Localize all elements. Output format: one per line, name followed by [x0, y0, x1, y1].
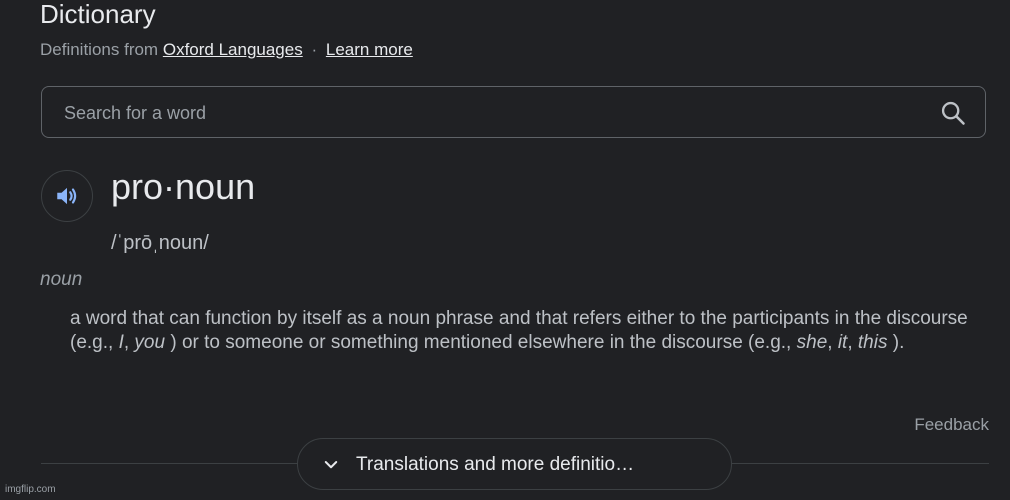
- learn-more-link[interactable]: Learn more: [326, 40, 413, 59]
- example-word: it: [837, 331, 848, 353]
- definition-segment: ).: [887, 331, 905, 353]
- phonetic-spelling: /ˈprōˌnoun/: [111, 232, 209, 254]
- feedback-link[interactable]: Feedback: [914, 414, 989, 436]
- search-box: [41, 86, 986, 139]
- separator: ·: [311, 40, 318, 59]
- oxford-languages-link[interactable]: Oxford Languages: [163, 40, 303, 59]
- search-icon[interactable]: [939, 99, 967, 127]
- example-word: you: [134, 331, 166, 353]
- example-word: she: [796, 331, 828, 353]
- headword: pro·noun: [111, 166, 256, 207]
- dictionary-card: Dictionary Definitions from Oxford Langu…: [0, 0, 1010, 500]
- pronunciation-audio-button[interactable]: [41, 170, 93, 222]
- definition-segment: ,: [827, 331, 838, 353]
- part-of-speech: noun: [40, 269, 83, 290]
- definition-segment: ,: [847, 331, 858, 353]
- definition-segment: ) or to someone or something mentioned e…: [165, 331, 797, 353]
- translations-more-button[interactable]: Translations and more definitio…: [297, 438, 732, 490]
- chevron-down-icon: [324, 461, 338, 469]
- page-title: Dictionary: [40, 0, 156, 29]
- subtitle-prefix: Definitions from: [40, 40, 159, 59]
- watermark: imgflip.com: [5, 484, 56, 495]
- example-word: this: [857, 331, 888, 353]
- definition-text: a word that can function by itself as a …: [70, 307, 990, 354]
- definition-segment: ,: [123, 331, 135, 353]
- source-line: Definitions from Oxford Languages · Lear…: [40, 39, 413, 61]
- search-input[interactable]: [62, 87, 926, 139]
- speaker-icon: [57, 187, 77, 205]
- translations-more-label: Translations and more definitio…: [356, 454, 635, 475]
